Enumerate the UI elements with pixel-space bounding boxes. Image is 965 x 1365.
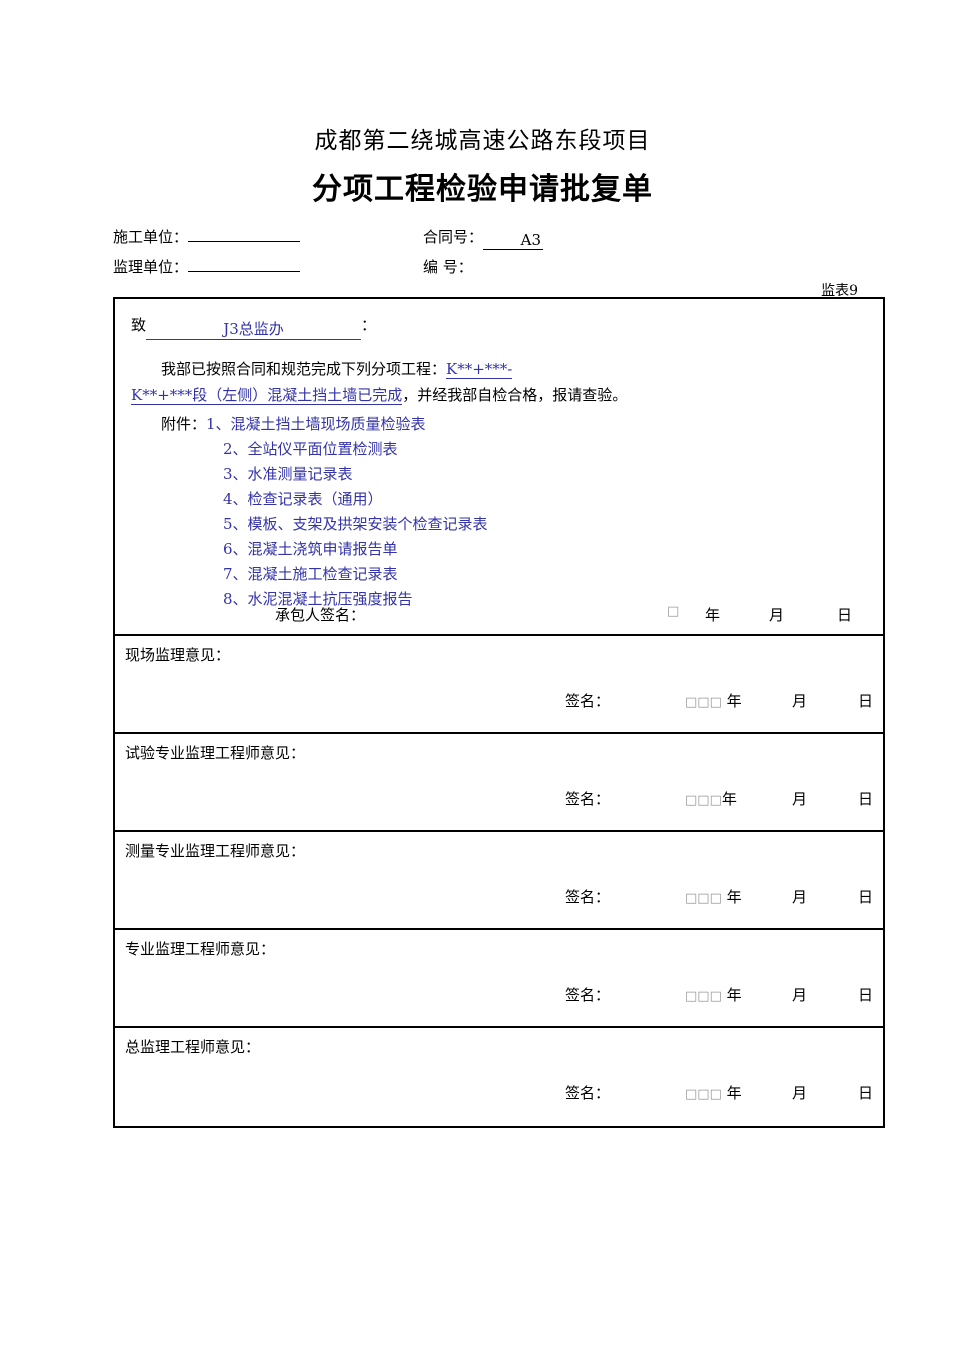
- day-unit-0: 日: [858, 692, 874, 710]
- signature-date-3[interactable]: □□□ 年: [685, 984, 742, 1005]
- year-unit-3: 年: [726, 986, 742, 1004]
- station-range-end: K**+***段（左侧）混凝土挡土墙已完成: [131, 386, 403, 405]
- opinion-signature-row-4: 签名： □□□ 年 月 日: [115, 1082, 883, 1106]
- attachment-item-6: 6、混凝土浇筑申请报告单: [223, 540, 398, 558]
- supervisor-unit-field: 监理单位：: [113, 256, 301, 278]
- contract-no-input[interactable]: A3: [483, 232, 544, 250]
- year-unit-0: 年: [726, 692, 742, 710]
- request-paragraph-lead: 我部已按照合同和规范完成下列分项工程：: [161, 360, 447, 378]
- opinion-signature-row-1: 签名： □□□年 月 日: [115, 788, 883, 812]
- request-paragraph-line2: K**+***段（左侧）混凝土挡土墙已完成，并经我部自检合格，报请查验。: [131, 382, 867, 408]
- opinion-cell-chief-engineer: 总监理工程师意见： 签名： □□□ 年 月 日: [115, 1028, 883, 1126]
- contractor-day-unit: 日: [837, 606, 853, 624]
- attachment-list: 2、全站仪平面位置检测表 3、水准测量记录表 4、检查记录表（通用） 5、模板、…: [131, 437, 867, 612]
- serial-no-field: 编 号：: [423, 256, 473, 278]
- signature-date-2[interactable]: □□□ 年: [685, 886, 742, 907]
- date-boxes-1: □□□: [685, 793, 722, 808]
- contractor-year-unit: 年: [705, 606, 721, 624]
- opinion-label-test-engineer: 试验专业监理工程师意见：: [125, 744, 306, 762]
- attachment-item-4: 4、检查记录表（通用）: [223, 490, 383, 508]
- request-paragraph-tail: ，并经我部自检合格，报请查验。: [402, 386, 628, 404]
- month-unit-3: 月: [792, 986, 808, 1004]
- day-unit-2: 日: [858, 888, 874, 906]
- attachment-first-row: 附件：1、混凝土挡土墙现场质量检验表: [131, 412, 867, 437]
- document-page: 成都第二绕城高速公路东段项目 分项工程检验申请批复单 施工单位： 监理单位： 合…: [0, 0, 965, 1365]
- project-title: 成都第二绕城高速公路东段项目: [314, 128, 651, 154]
- opinion-cell-test-engineer: 试验专业监理工程师意见： 签名： □□□年 月 日: [115, 734, 883, 832]
- signature-label-4[interactable]: 签名：: [565, 1082, 610, 1103]
- contractor-signature-label[interactable]: 承包人签名：: [275, 604, 365, 625]
- contractor-unit-field: 施工单位：: [113, 226, 301, 248]
- date-boxes-4: □□□: [685, 1087, 722, 1102]
- month-unit-1: 月: [792, 790, 808, 808]
- year-unit-2: 年: [726, 888, 742, 906]
- opinion-signature-row-2: 签名： □□□ 年 月 日: [115, 886, 883, 910]
- addressee-line: 致 J3总监办：: [131, 313, 867, 340]
- signature-label-2[interactable]: 签名：: [565, 886, 610, 907]
- day-unit-3: 日: [858, 986, 874, 1004]
- date-boxes-0: □□□: [685, 695, 722, 710]
- form-title: 分项工程检验申请批复单: [312, 172, 653, 207]
- addressee-input[interactable]: J3总监办: [146, 319, 362, 340]
- month-unit-2: 月: [792, 888, 808, 906]
- station-range-start: K**+***-: [446, 360, 513, 379]
- contractor-unit-input[interactable]: [188, 226, 301, 242]
- request-body-cell: 致 J3总监办： 我部已按照合同和规范完成下列分项工程：K**+***- K**+…: [115, 299, 883, 636]
- addressee-suffix: ：: [361, 316, 377, 334]
- day-unit-1: 日: [858, 790, 874, 808]
- year-unit-1: 年: [721, 790, 737, 808]
- attachment-item-2: 2、全站仪平面位置检测表: [223, 440, 398, 458]
- signature-date-4[interactable]: □□□ 年: [685, 1082, 742, 1103]
- signature-label-1[interactable]: 签名：: [565, 788, 610, 809]
- month-unit-0: 月: [792, 692, 808, 710]
- year-unit-4: 年: [726, 1084, 742, 1102]
- day-unit-4: 日: [858, 1084, 874, 1102]
- attachment-label: 附件：: [161, 415, 207, 433]
- form-table: 致 J3总监办： 我部已按照合同和规范完成下列分项工程：K**+***- K**+…: [113, 297, 885, 1128]
- contractor-unit-label: 施工单位：: [113, 228, 189, 246]
- attachment-item-5: 5、模板、支架及拱架安装个检查记录表: [223, 515, 488, 533]
- contract-no-field: 合同号： A3: [423, 226, 544, 250]
- contract-no-label: 合同号：: [423, 228, 484, 246]
- signature-label-3[interactable]: 签名：: [565, 984, 610, 1005]
- serial-no-label: 编 号：: [423, 258, 473, 276]
- contractor-signature-strip: 承包人签名： □ 年 月 日: [115, 604, 883, 634]
- opinion-cell-survey-engineer: 测量专业监理工程师意见： 签名： □□□ 年 月 日: [115, 832, 883, 930]
- opinion-cell-professional-engineer: 专业监理工程师意见： 签名： □□□ 年 月 日: [115, 930, 883, 1028]
- signature-date-0[interactable]: □□□ 年: [685, 690, 742, 711]
- attachment-item-3: 3、水准测量记录表: [223, 465, 353, 483]
- supervisor-unit-input[interactable]: [188, 256, 301, 272]
- opinion-label-chief-engineer: 总监理工程师意见：: [125, 1038, 261, 1056]
- opinion-signature-row-3: 签名： □□□ 年 月 日: [115, 984, 883, 1008]
- opinion-label-survey-engineer: 测量专业监理工程师意见：: [125, 842, 306, 860]
- supervisor-unit-label: 监理单位：: [113, 258, 189, 276]
- attachment-item-7: 7、混凝土施工检查记录表: [223, 565, 398, 583]
- contractor-year-placeholder[interactable]: □: [667, 604, 679, 619]
- date-boxes-3: □□□: [685, 989, 722, 1004]
- opinion-signature-row-0: 签名： □□□ 年 月 日: [115, 690, 883, 714]
- contractor-month-unit: 月: [769, 606, 785, 624]
- attachment-item-1: 1、混凝土挡土墙现场质量检验表: [206, 415, 426, 433]
- attachment-section: 附件：1、混凝土挡土墙现场质量检验表 2、全站仪平面位置检测表 3、水准测量记录…: [131, 412, 867, 612]
- opinion-cell-site-supervisor: 现场监理意见： 签名： □□□ 年 月 日: [115, 636, 883, 734]
- addressee-prefix: 致: [131, 316, 147, 334]
- opinion-label-site-supervisor: 现场监理意见：: [125, 646, 231, 664]
- month-unit-4: 月: [792, 1084, 808, 1102]
- date-boxes-2: □□□: [685, 891, 722, 906]
- opinion-label-professional-engineer: 专业监理工程师意见：: [125, 940, 276, 958]
- signature-label-0[interactable]: 签名：: [565, 690, 610, 711]
- request-paragraph-line1: 我部已按照合同和规范完成下列分项工程：K**+***-: [131, 356, 867, 382]
- signature-date-1[interactable]: □□□年: [685, 788, 737, 809]
